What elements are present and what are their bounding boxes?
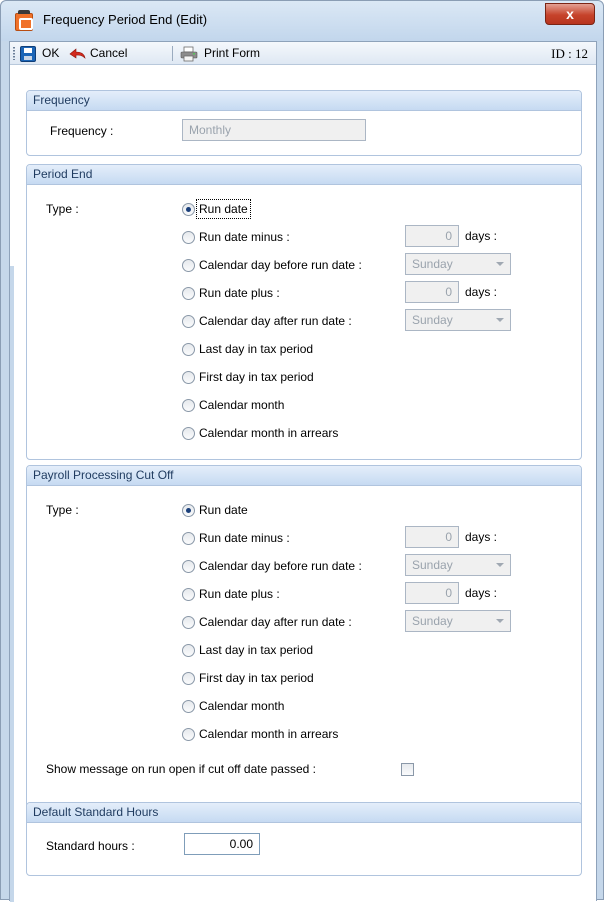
frequency-group-header: Frequency [27, 91, 581, 111]
radio-button[interactable] [182, 231, 195, 244]
radio-label: Calendar day before run date : [199, 258, 362, 272]
cut-off-type-label: Type : [46, 503, 79, 517]
dialog-client-area: OK Cancel Print Form ID: 12 Frequency F… [9, 41, 597, 902]
dialog-window: Frequency Period End (Edit) x OK Cancel [0, 0, 604, 902]
radio-button[interactable] [182, 588, 195, 601]
left-scroll-strip [10, 266, 14, 902]
period-end-day-after-select[interactable]: Sunday [405, 309, 511, 331]
radio-button[interactable] [182, 343, 195, 356]
radio-label: Calendar day after run date : [199, 615, 352, 629]
undo-arrow-icon [68, 46, 86, 62]
cut-off-plus-days-input[interactable]: 0 [405, 582, 459, 604]
radio-label: Calendar day before run date : [199, 559, 362, 573]
ok-button[interactable]: OK [20, 42, 66, 65]
period-end-minus-days-input[interactable]: 0 [405, 225, 459, 247]
cut-off-group-header: Payroll Processing Cut Off [27, 466, 581, 486]
period-end-group: Period End Type : Run date Run date minu… [26, 164, 582, 460]
radio-label: Last day in tax period [199, 342, 314, 356]
cut-off-group: Payroll Processing Cut Off Type : Run da… [26, 465, 582, 821]
radio-button[interactable] [182, 700, 195, 713]
select-value: Sunday [412, 257, 453, 271]
print-icon [180, 46, 198, 62]
standard-hours-group-header: Default Standard Hours [27, 803, 581, 823]
days-label: days : [465, 530, 498, 544]
select-value: Sunday [412, 558, 453, 572]
frequency-label: Frequency : [50, 124, 114, 138]
radio-button[interactable] [182, 259, 195, 272]
radio-label: Last day in tax period [199, 643, 314, 657]
cancel-button[interactable]: Cancel [68, 42, 168, 65]
standard-hours-group: Default Standard Hours Standard hours : … [26, 802, 582, 876]
radio-label: Run date plus : [199, 587, 280, 601]
chevron-down-icon[interactable] [496, 619, 504, 623]
radio-label: Calendar month in arrears [199, 426, 339, 440]
select-value: Sunday [412, 313, 453, 327]
toolbar-separator [172, 46, 173, 61]
cut-off-minus-days-input[interactable]: 0 [405, 526, 459, 548]
days-label: days : [465, 586, 498, 600]
show-message-checkbox[interactable] [401, 763, 414, 776]
radio-button[interactable] [182, 287, 195, 300]
select-value: Sunday [412, 614, 453, 628]
radio-label: First day in tax period [199, 671, 314, 685]
radio-label: Run date [199, 503, 248, 517]
radio-label: Calendar month in arrears [199, 727, 339, 741]
standard-hours-input[interactable]: 0.00 [184, 833, 260, 855]
cancel-label: Cancel [90, 46, 128, 60]
radio-button[interactable] [182, 203, 195, 216]
radio-button[interactable] [182, 532, 195, 545]
radio-button[interactable] [182, 399, 195, 412]
period-end-day-before-select[interactable]: Sunday [405, 253, 511, 275]
radio-label: First day in tax period [199, 370, 314, 384]
period-end-group-header: Period End [27, 165, 581, 185]
ok-label: OK [42, 46, 60, 60]
cut-off-day-before-select[interactable]: Sunday [405, 554, 511, 576]
radio-button[interactable] [182, 644, 195, 657]
frequency-group: Frequency Frequency : Monthly [26, 90, 582, 156]
period-end-plus-days-input[interactable]: 0 [405, 281, 459, 303]
chevron-down-icon[interactable] [496, 563, 504, 567]
radio-button[interactable] [182, 504, 195, 517]
radio-button[interactable] [182, 616, 195, 629]
radio-label: Run date [196, 199, 251, 219]
window-title: Frequency Period End (Edit) [43, 12, 208, 27]
title-bar[interactable]: Frequency Period End (Edit) x [1, 1, 603, 41]
record-id: ID : 12 [551, 46, 588, 61]
days-label: days : [465, 285, 498, 299]
chevron-down-icon[interactable] [496, 318, 504, 322]
toolbar-grip[interactable] [13, 47, 15, 60]
app-icon [15, 10, 33, 31]
radio-button[interactable] [182, 315, 195, 328]
radio-label: Calendar month [199, 398, 285, 412]
print-form-label: Print Form [204, 46, 261, 60]
period-end-type-label: Type : [46, 202, 79, 216]
save-icon [20, 46, 36, 62]
close-button[interactable]: x [545, 3, 595, 25]
radio-button[interactable] [182, 560, 195, 573]
cut-off-day-after-select[interactable]: Sunday [405, 610, 511, 632]
frequency-field[interactable]: Monthly [182, 119, 366, 141]
radio-label: Run date plus : [199, 286, 280, 300]
days-label: days : [465, 229, 498, 243]
radio-label: Run date minus : [199, 531, 290, 545]
radio-button[interactable] [182, 371, 195, 384]
print-form-button[interactable]: Print Form [180, 42, 280, 65]
radio-label: Calendar month [199, 699, 285, 713]
show-message-label: Show message on run open if cut off date… [46, 762, 316, 776]
standard-hours-label: Standard hours : [46, 839, 135, 853]
radio-button[interactable] [182, 427, 195, 440]
radio-label: Run date minus : [199, 230, 290, 244]
radio-button[interactable] [182, 672, 195, 685]
radio-label: Calendar day after run date : [199, 314, 352, 328]
chevron-down-icon[interactable] [496, 262, 504, 266]
toolbar: OK Cancel Print Form ID: 12 [10, 42, 596, 65]
radio-button[interactable] [182, 728, 195, 741]
